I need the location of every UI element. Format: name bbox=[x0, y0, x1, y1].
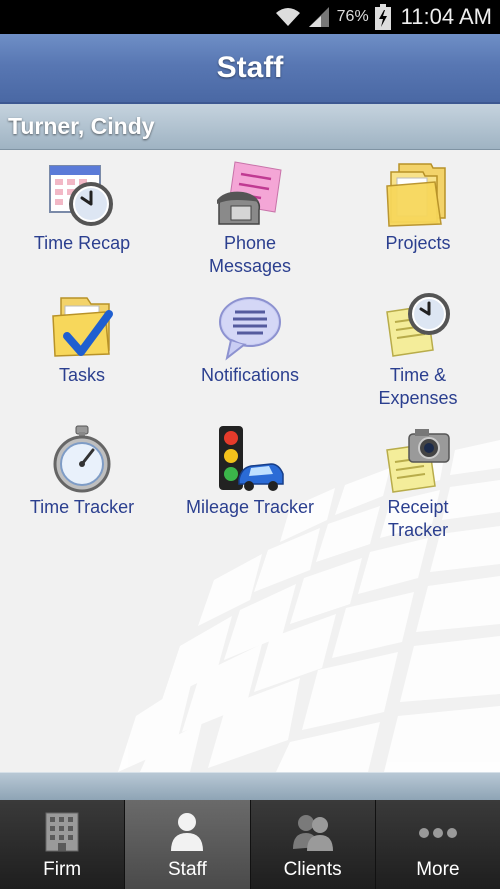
person-icon bbox=[171, 813, 204, 851]
tile-label: Mileage Tracker bbox=[185, 497, 315, 517]
tile-mileage-tracker[interactable]: Mileage Tracker bbox=[164, 424, 336, 556]
tile-label: Notifications bbox=[200, 365, 300, 385]
tile-label: Time Recap bbox=[33, 233, 131, 253]
battery-charging-icon bbox=[374, 4, 391, 30]
user-header: Turner, Cindy bbox=[0, 104, 500, 150]
people-icon bbox=[292, 815, 333, 851]
notes-clock-icon bbox=[386, 293, 450, 357]
tab-clients[interactable]: Clients bbox=[251, 800, 376, 889]
tile-label: Time & Expenses bbox=[378, 365, 458, 408]
page-title: Staff bbox=[216, 51, 284, 84]
stopwatch-icon bbox=[53, 425, 111, 493]
tile-receipt-tracker[interactable]: Receipt Tracker bbox=[336, 424, 500, 556]
title-bar: Staff bbox=[0, 34, 500, 104]
tile-notifications[interactable]: Notifications bbox=[164, 292, 336, 424]
tab-firm[interactable]: Firm bbox=[0, 800, 126, 889]
tab-staff[interactable]: Staff bbox=[125, 800, 251, 889]
traffic-light-car-icon bbox=[219, 426, 284, 491]
status-bar: 76% 11:04 AM bbox=[0, 0, 500, 34]
tile-projects[interactable]: Projects bbox=[336, 160, 500, 292]
wifi-icon bbox=[275, 8, 300, 26]
tab-label: Firm bbox=[43, 859, 82, 880]
tile-label: Receipt Tracker bbox=[387, 497, 449, 540]
tile-time-recap[interactable]: Time Recap bbox=[0, 160, 164, 292]
folder-check-icon bbox=[52, 297, 113, 357]
tab-label: Clients bbox=[283, 859, 342, 880]
tile-label: Phone Messages bbox=[208, 233, 292, 276]
tab-more[interactable]: More bbox=[376, 800, 500, 889]
speech-bubble-icon bbox=[219, 297, 281, 361]
clock: 11:04 AM bbox=[400, 4, 492, 29]
folders-icon bbox=[386, 163, 446, 227]
building-icon bbox=[45, 812, 79, 852]
bottom-divider bbox=[0, 772, 500, 800]
tile-label: Tasks bbox=[58, 365, 105, 385]
tile-label: Projects bbox=[385, 233, 451, 253]
tab-bar: Firm Staff Clients More bbox=[0, 800, 500, 889]
tile-time-tracker[interactable]: Time Tracker bbox=[0, 424, 164, 556]
user-name: Turner, Cindy bbox=[8, 113, 155, 139]
battery-percent: 76% bbox=[336, 8, 369, 25]
menu-grid: Time Recap Phone Messages Projects Tasks… bbox=[0, 160, 500, 556]
phone-message-icon bbox=[217, 161, 282, 225]
tile-time-expenses[interactable]: Time & Expenses bbox=[336, 292, 500, 424]
tile-label: Time Tracker bbox=[29, 497, 135, 517]
tile-phone-messages[interactable]: Phone Messages bbox=[164, 160, 336, 292]
more-dots-icon bbox=[418, 828, 457, 838]
main-menu: Time Recap Phone Messages Projects Tasks… bbox=[0, 150, 500, 772]
tab-label: Staff bbox=[168, 859, 207, 880]
tile-tasks[interactable]: Tasks bbox=[0, 292, 164, 424]
camera-receipt-icon bbox=[386, 429, 450, 493]
tab-label: More bbox=[416, 859, 460, 880]
signal-icon bbox=[308, 7, 329, 27]
calendar-clock-icon bbox=[49, 165, 113, 226]
